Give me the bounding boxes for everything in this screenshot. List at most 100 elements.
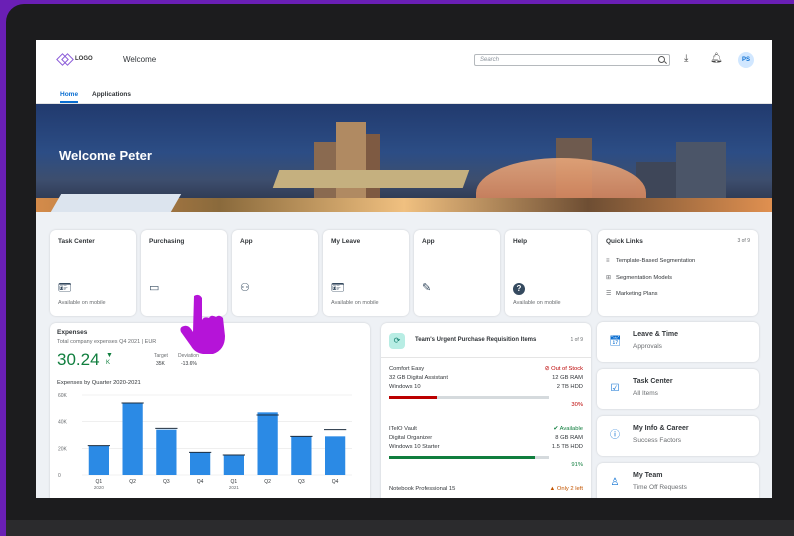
y-tick-label: 20K — [58, 446, 68, 452]
tab-applications[interactable]: Applications — [92, 91, 131, 98]
y-tick-label: 0 — [58, 473, 61, 479]
nav-card-title: Leave & Time — [633, 331, 679, 338]
search-icon[interactable] — [658, 56, 665, 63]
expenses-title: Expenses — [57, 329, 88, 336]
tab-home[interactable]: Home — [60, 91, 79, 103]
quick-link-label: Template-Based Segmentation — [616, 258, 696, 264]
nav-card-title: My Info & Career — [633, 425, 689, 432]
quick-link-item[interactable]: ⊞ Segmentation Models — [606, 274, 672, 281]
quick-link-item[interactable]: ☰ Marketing Plans — [606, 290, 658, 297]
tile-title: Task Center — [58, 238, 95, 245]
nav-card-title: Task Center — [633, 378, 673, 385]
status-text: Out of Stock — [551, 366, 583, 372]
tile-title: Purchasing — [149, 238, 185, 245]
chart-bar[interactable] — [156, 429, 177, 475]
quick-links-title: Quick Links — [606, 238, 643, 245]
group-icon: ⚇ — [240, 282, 250, 294]
arrow-down-icon: ▼ — [106, 352, 113, 359]
chart-bar[interactable] — [122, 403, 143, 475]
tile-footer: Available on mobile — [331, 300, 379, 306]
progress-fill — [389, 396, 437, 399]
edit-icon: ✎ — [422, 282, 432, 294]
chart-bar[interactable] — [88, 445, 109, 475]
shell-title: Welcome — [123, 55, 157, 64]
list-item[interactable]: Comfort Easy ⊘ Out of Stock 32 GB Digital… — [389, 366, 583, 408]
available-icon: ✔ — [553, 426, 559, 432]
item-desc: 32 GB Digital Assistant — [389, 375, 448, 381]
logo-text: LOGO — [75, 56, 93, 62]
tile-help[interactable]: Help ? Available on mobile — [505, 230, 591, 316]
hero-title: Welcome Peter — [59, 148, 152, 163]
purchase-requisition-card[interactable]: ⟳ Team's Urgent Purchase Requisition Ite… — [381, 323, 591, 498]
progress-percent: 30% — [571, 402, 583, 408]
id-card-icon: 🪪︎ — [331, 282, 345, 294]
quick-links-card: Quick Links 3 of 9 ≡ Template-Based Segme… — [598, 230, 758, 316]
tile-app[interactable]: App ⚇ — [232, 230, 318, 316]
tile-title: Help — [513, 238, 528, 245]
quick-links-count: 3 of 9 — [737, 238, 750, 244]
chart-bar[interactable] — [325, 436, 346, 475]
item-name: Notebook Professional 15 — [389, 486, 456, 492]
progress-fill — [389, 456, 535, 459]
status-text: Only 2 left — [556, 486, 583, 492]
tile-app-2[interactable]: App ✎ — [414, 230, 500, 316]
requisition-icon: ⟳ — [389, 333, 405, 349]
white-roof — [50, 194, 182, 212]
task-icon: ☑ — [610, 383, 620, 394]
tile-footer: Available on mobile — [58, 300, 106, 306]
chart-bar[interactable] — [223, 455, 244, 475]
shell-bar: LOGO Welcome Search ⤓ 🔔︎ PS — [36, 40, 772, 80]
nav-card-my-team[interactable]: ♙ My Team Time Off Requests — [597, 463, 759, 498]
launchpad-screen: LOGO Welcome Search ⤓ 🔔︎ PS Home Applica… — [36, 40, 772, 498]
quick-link-label: Segmentation Models — [616, 275, 673, 281]
item-name: Comfort Easy — [389, 366, 425, 372]
y-tick-label: 40K — [58, 420, 68, 426]
logo[interactable]: LOGO — [58, 54, 93, 64]
status-badge: ⊘ Out of Stock — [545, 366, 583, 372]
org-chart-icon: ♙ — [610, 477, 620, 488]
x-tick-label: Q2 — [129, 479, 136, 485]
id-card-icon: 🪪︎ — [58, 282, 72, 294]
status-badge: ✔ Available — [553, 426, 583, 432]
out-of-stock-icon: ⊘ — [544, 366, 550, 372]
nav-card-leave-time[interactable]: 📅︎ Leave & Time Approvals — [597, 322, 759, 362]
tile-my-leave[interactable]: My Leave 🪪︎ Available on mobile — [323, 230, 409, 316]
nav-card-subtitle: All Items — [633, 390, 658, 397]
target-label: Target — [154, 353, 168, 359]
pointing-hand-icon — [180, 294, 225, 354]
plan-icon: ☰ — [606, 291, 612, 297]
expenses-subtitle: Total company expenses Q4 2021 | EUR — [57, 339, 157, 345]
quick-link-item[interactable]: ≡ Template-Based Segmentation — [606, 258, 695, 264]
tile-title: App — [240, 238, 253, 245]
deviation-value: -13.6% — [181, 361, 197, 367]
logo-icon — [58, 54, 72, 64]
chart-bar[interactable] — [257, 412, 278, 475]
tab-bar: Home Applications — [36, 80, 772, 104]
chart-bar[interactable] — [291, 436, 312, 475]
expenses-bar-chart: 020K40K60KQ12020Q2 Q3 Q4 Q12021Q2 Q3 Q4 — [58, 393, 352, 490]
divider — [381, 357, 591, 358]
search-input[interactable]: Search — [474, 54, 670, 66]
chart-bar[interactable] — [190, 452, 211, 475]
device-bezel-bottom — [6, 520, 794, 536]
nav-card-subtitle: Time Off Requests — [633, 484, 687, 491]
list-item[interactable]: ITelO Vault ✔ Available Digital Organizer… — [389, 426, 583, 468]
y-tick-label: 60K — [58, 393, 68, 399]
x-tick-label: Q4 — [197, 479, 204, 485]
x-tick-label: Q4 — [332, 479, 339, 485]
search-placeholder: Search — [480, 57, 500, 63]
x-tick-label: Q3 — [298, 479, 305, 485]
nav-card-subtitle: Approvals — [633, 343, 662, 350]
chart-title: Expenses by Quarter 2020-2021 — [57, 380, 141, 386]
segment-icon: ≡ — [606, 258, 610, 264]
download-icon[interactable]: ⤓ — [684, 53, 688, 65]
tile-title: App — [422, 238, 435, 245]
nav-card-my-info[interactable]: ⓘ My Info & Career Success Factors — [597, 416, 759, 456]
bell-icon[interactable]: 🔔︎ — [710, 53, 723, 65]
tile-task-center[interactable]: Task Center 🪪︎ Available on mobile — [50, 230, 136, 316]
list-item[interactable]: Notebook Professional 15 ▲ Only 2 left — [389, 486, 583, 495]
avatar[interactable]: PS — [738, 52, 754, 68]
nav-card-title: My Team — [633, 472, 663, 479]
item-spec: 2 TB HDD — [556, 384, 583, 390]
nav-card-task-center[interactable]: ☑ Task Center All Items — [597, 369, 759, 409]
